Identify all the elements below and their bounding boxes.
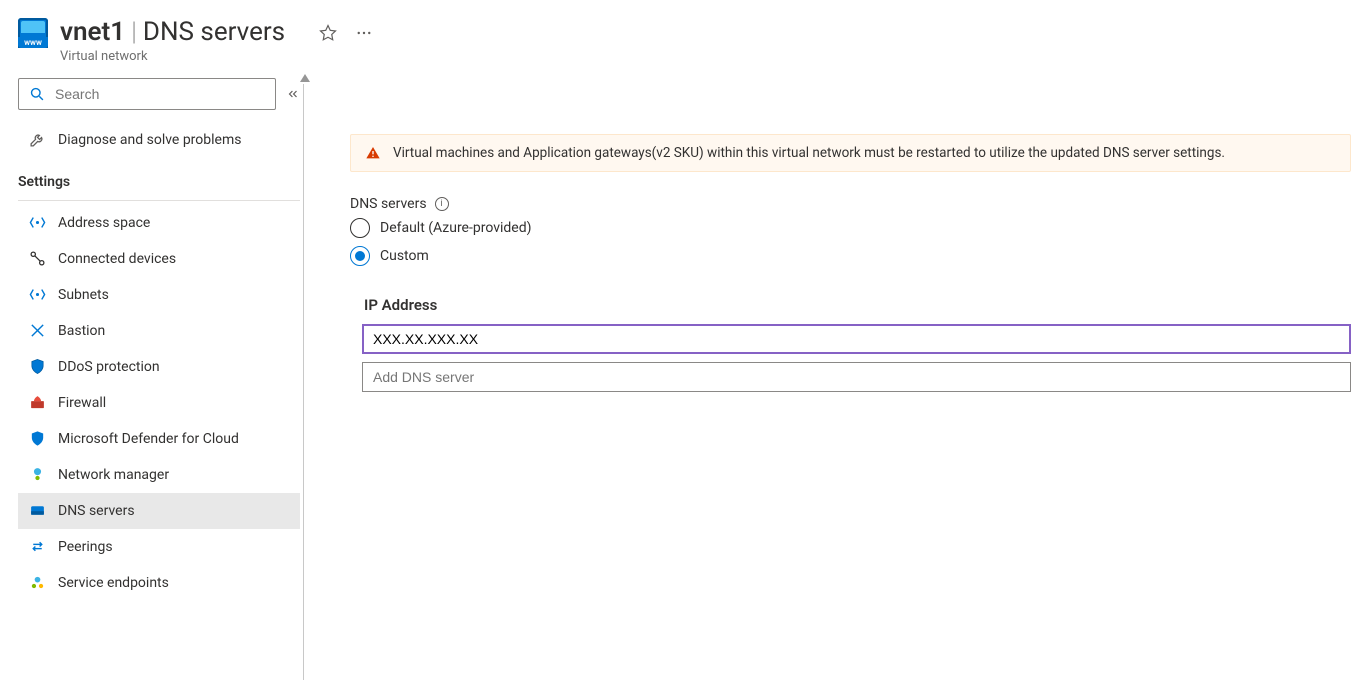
sidebar-section-settings: Settings	[18, 160, 300, 196]
sidebar-item-bastion[interactable]: Bastion	[18, 313, 300, 349]
sidebar-item-label: Diagnose and solve problems	[58, 132, 241, 148]
pin-favorite-icon[interactable]	[319, 24, 337, 42]
info-icon[interactable]: i	[435, 197, 449, 211]
radio-label: Custom	[380, 248, 429, 264]
sidebar-item-connected-devices[interactable]: Connected devices	[18, 241, 300, 277]
blade-title: DNS servers	[143, 18, 285, 47]
sidebar-item-defender[interactable]: Microsoft Defender for Cloud	[18, 421, 300, 457]
dns-servers-label: DNS servers	[350, 196, 427, 212]
subnets-icon	[28, 286, 46, 304]
sidebar-item-dns-servers[interactable]: DNS servers	[18, 493, 300, 529]
search-icon	[27, 85, 45, 103]
radio-icon	[350, 246, 370, 266]
resource-name: vnet1	[60, 18, 125, 47]
warning-icon	[365, 145, 381, 161]
resource-type: Virtual network	[60, 49, 285, 64]
sidebar-item-label: Address space	[58, 215, 150, 231]
sidebar-item-label: Firewall	[58, 395, 106, 411]
sidebar-item-label: Bastion	[58, 323, 105, 339]
sidebar-item-label: Subnets	[58, 287, 109, 303]
sidebar-scroll-indicator[interactable]	[300, 74, 310, 680]
more-actions-icon[interactable]	[355, 24, 373, 42]
main-content: Virtual machines and Application gateway…	[310, 74, 1351, 680]
sidebar-item-label: Connected devices	[58, 251, 176, 267]
sidebar-search[interactable]	[18, 78, 276, 110]
add-dns-server-input[interactable]	[362, 362, 1351, 392]
sidebar-item-network-manager[interactable]: Network manager	[18, 457, 300, 493]
collapse-sidebar-icon[interactable]	[286, 87, 300, 101]
sidebar: Diagnose and solve problems Settings Add…	[0, 74, 300, 680]
sidebar-item-address-space[interactable]: Address space	[18, 205, 300, 241]
radio-custom[interactable]: Custom	[350, 246, 1351, 266]
sidebar-item-ddos[interactable]: DDoS protection	[18, 349, 300, 385]
sidebar-item-label: Microsoft Defender for Cloud	[58, 431, 239, 447]
radio-default[interactable]: Default (Azure-provided)	[350, 218, 1351, 238]
radio-label: Default (Azure-provided)	[380, 220, 531, 236]
dns-servers-radio-group: Default (Azure-provided) Custom	[350, 218, 1351, 266]
ip-address-header: IP Address	[364, 296, 1351, 314]
sidebar-search-input[interactable]	[53, 85, 267, 103]
sidebar-item-label: DNS servers	[58, 503, 135, 519]
warning-banner: Virtual machines and Application gateway…	[350, 134, 1351, 172]
warning-banner-text: Virtual machines and Application gateway…	[393, 145, 1225, 161]
section-divider	[18, 200, 300, 201]
dns-servers-icon	[28, 502, 46, 520]
sidebar-item-label: Peerings	[58, 539, 113, 555]
firewall-icon	[28, 394, 46, 412]
peerings-icon	[28, 538, 46, 556]
ip-address-input[interactable]	[362, 324, 1351, 354]
sidebar-item-peerings[interactable]: Peerings	[18, 529, 300, 565]
wrench-icon	[28, 131, 46, 149]
sidebar-item-label: Network manager	[58, 467, 169, 483]
sidebar-item-diagnose[interactable]: Diagnose and solve problems	[18, 120, 300, 160]
shield-icon	[28, 358, 46, 376]
address-space-icon	[28, 214, 46, 232]
radio-icon	[350, 218, 370, 238]
sidebar-item-service-endpoints[interactable]: Service endpoints	[18, 565, 300, 601]
network-manager-icon	[28, 466, 46, 484]
sidebar-item-label: DDoS protection	[58, 359, 160, 375]
sidebar-item-label: Service endpoints	[58, 575, 169, 591]
connected-devices-icon	[28, 250, 46, 268]
page-title: vnet1 | DNS servers	[60, 18, 285, 47]
sidebar-item-subnets[interactable]: Subnets	[18, 277, 300, 313]
vnet-resource-icon	[18, 18, 48, 48]
sidebar-item-firewall[interactable]: Firewall	[18, 385, 300, 421]
title-separator: |	[131, 18, 137, 47]
service-endpoints-icon	[28, 574, 46, 592]
page-header: vnet1 | DNS servers Virtual network	[0, 0, 1351, 74]
bastion-icon	[28, 322, 46, 340]
defender-shield-icon	[28, 430, 46, 448]
